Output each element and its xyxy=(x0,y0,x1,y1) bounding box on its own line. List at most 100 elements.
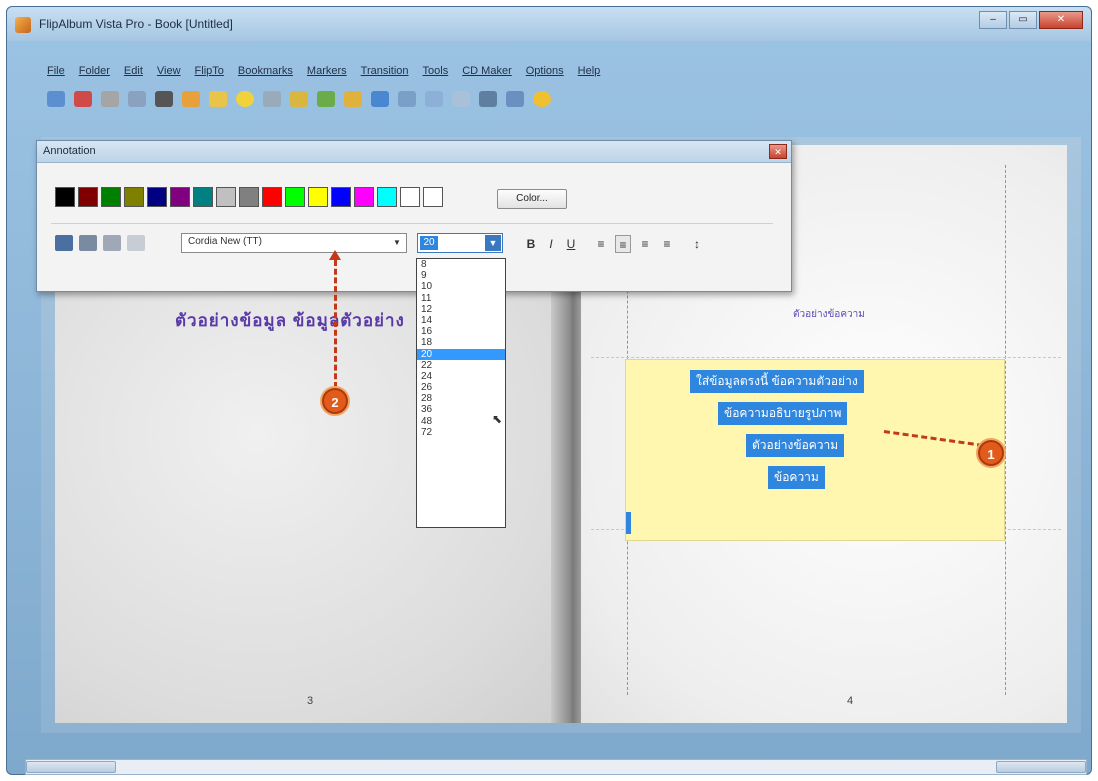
menu-transition[interactable]: Transition xyxy=(361,65,409,77)
font-size-value: 20 xyxy=(420,236,438,250)
menu-flipto[interactable]: FlipTo xyxy=(195,65,224,77)
color-swatch[interactable] xyxy=(331,187,351,207)
cd-icon[interactable] xyxy=(533,91,551,107)
minimize-button[interactable]: – xyxy=(979,11,1007,29)
annotation-textbox[interactable]: ใส่ข้อมูลตรงนี้ ข้อความตัวอย่าง ข้อความอ… xyxy=(625,359,1005,541)
check-icon[interactable] xyxy=(371,91,389,107)
italic-button[interactable]: I xyxy=(543,235,559,253)
undo-icon[interactable] xyxy=(263,91,281,107)
page-icon[interactable] xyxy=(452,91,470,107)
chevron-down-icon[interactable]: ▼ xyxy=(390,236,404,250)
font-size-option[interactable]: 11 xyxy=(417,293,505,304)
folder-icon[interactable] xyxy=(209,91,227,107)
image-icon[interactable] xyxy=(344,91,362,107)
color-swatch[interactable] xyxy=(101,187,121,207)
menu-bookmarks[interactable]: Bookmarks xyxy=(238,65,293,77)
menu-file[interactable]: File xyxy=(47,65,65,77)
horizontal-scrollbar[interactable] xyxy=(25,759,1087,775)
bookmark-icon[interactable] xyxy=(317,91,335,107)
color-swatch[interactable] xyxy=(308,187,328,207)
left-page-number: 3 xyxy=(307,695,314,707)
color-swatch[interactable] xyxy=(170,187,190,207)
maximize-button[interactable]: ▭ xyxy=(1009,11,1037,29)
callout-line xyxy=(334,260,337,388)
print-icon[interactable] xyxy=(101,91,119,107)
menu-options[interactable]: Options xyxy=(526,65,564,77)
font-size-option[interactable]: 72 xyxy=(417,427,505,438)
chevron-down-icon[interactable]: ▼ xyxy=(485,235,501,251)
font-size-option[interactable]: 10 xyxy=(417,281,505,292)
font-size-option[interactable]: 22 xyxy=(417,360,505,371)
font-size-option[interactable]: 20 xyxy=(417,348,505,360)
dialog-title-bar[interactable]: Annotation ✕ xyxy=(37,141,791,163)
open-icon[interactable] xyxy=(47,91,65,107)
color-swatch[interactable] xyxy=(400,187,420,207)
paste-icon[interactable] xyxy=(103,235,121,251)
menu-edit[interactable]: Edit xyxy=(124,65,143,77)
slideshow-icon[interactable] xyxy=(290,91,308,107)
frame-icon[interactable] xyxy=(425,91,443,107)
color-swatch[interactable] xyxy=(78,187,98,207)
export-icon[interactable] xyxy=(479,91,497,107)
menu-cd-maker[interactable]: CD Maker xyxy=(462,65,512,77)
color-picker-button[interactable]: Color... xyxy=(497,189,567,209)
font-size-option[interactable]: 16 xyxy=(417,326,505,337)
margin-guide-top xyxy=(591,357,1061,358)
scrollbar-left-thumb[interactable] xyxy=(26,761,116,773)
scrollbar-right-thumb[interactable] xyxy=(996,761,1086,773)
copy-icon[interactable] xyxy=(79,235,97,251)
line-spacing-icon[interactable]: ↕ xyxy=(689,235,705,253)
left-page-heading: ตัวอย่างข้อมูล ข้อมูลตัวอย่าง xyxy=(175,311,405,330)
dialog-close-button[interactable]: ✕ xyxy=(769,144,787,159)
cut-icon[interactable] xyxy=(55,235,73,251)
color-swatch[interactable] xyxy=(55,187,75,207)
font-size-option[interactable]: 9 xyxy=(417,270,505,281)
right-page-number: 4 xyxy=(847,695,854,707)
color-swatch[interactable] xyxy=(354,187,374,207)
bold-button[interactable]: B xyxy=(523,235,539,253)
menu-markers[interactable]: Markers xyxy=(307,65,347,77)
align-center-icon[interactable]: ≡ xyxy=(615,235,631,253)
color-swatch[interactable] xyxy=(377,187,397,207)
menu-tools[interactable]: Tools xyxy=(423,65,449,77)
font-size-option[interactable]: 14 xyxy=(417,315,505,326)
color-swatch[interactable] xyxy=(262,187,282,207)
color-swatch[interactable] xyxy=(239,187,259,207)
color-swatch[interactable] xyxy=(285,187,305,207)
mouse-cursor-icon: ⬉ xyxy=(492,412,503,426)
font-size-option[interactable]: 26 xyxy=(417,382,505,393)
layout-icon[interactable] xyxy=(398,91,416,107)
help-icon[interactable] xyxy=(506,91,524,107)
menu-view[interactable]: View xyxy=(157,65,181,77)
text-caret xyxy=(626,512,631,534)
menu-bar: File Folder Edit View FlipTo Bookmarks M… xyxy=(47,65,600,77)
align-right-icon[interactable]: ≡ xyxy=(637,235,653,253)
app-window: FlipAlbum Vista Pro - Book [Untitled] – … xyxy=(6,6,1092,775)
font-select[interactable]: Cordia New (TT) ▼ xyxy=(181,233,407,253)
music-icon[interactable] xyxy=(236,91,254,107)
font-size-option[interactable]: 24 xyxy=(417,371,505,382)
color-swatch[interactable] xyxy=(147,187,167,207)
save-icon[interactable] xyxy=(74,91,92,107)
color-swatch[interactable] xyxy=(193,187,213,207)
paste-icon[interactable] xyxy=(182,91,200,107)
font-size-option[interactable]: 8 xyxy=(417,259,505,270)
font-size-option[interactable]: 18 xyxy=(417,337,505,348)
color-swatch[interactable] xyxy=(423,187,443,207)
align-left-icon[interactable]: ≡ xyxy=(593,235,609,253)
font-size-select[interactable]: 20 ▼ xyxy=(417,233,503,253)
font-size-option[interactable]: 12 xyxy=(417,304,505,315)
dialog-title: Annotation xyxy=(43,145,96,157)
menu-folder[interactable]: Folder xyxy=(79,65,110,77)
underline-button[interactable]: U xyxy=(563,235,579,253)
window-controls: – ▭ ✕ xyxy=(979,11,1083,29)
copy-icon[interactable] xyxy=(155,91,173,107)
justify-icon[interactable]: ≡ xyxy=(659,235,675,253)
close-button[interactable]: ✕ xyxy=(1039,11,1083,29)
cut-icon[interactable] xyxy=(128,91,146,107)
font-size-option[interactable]: 28 xyxy=(417,393,505,404)
color-swatch[interactable] xyxy=(216,187,236,207)
menu-help[interactable]: Help xyxy=(578,65,601,77)
undo-icon[interactable] xyxy=(127,235,145,251)
color-swatch[interactable] xyxy=(124,187,144,207)
